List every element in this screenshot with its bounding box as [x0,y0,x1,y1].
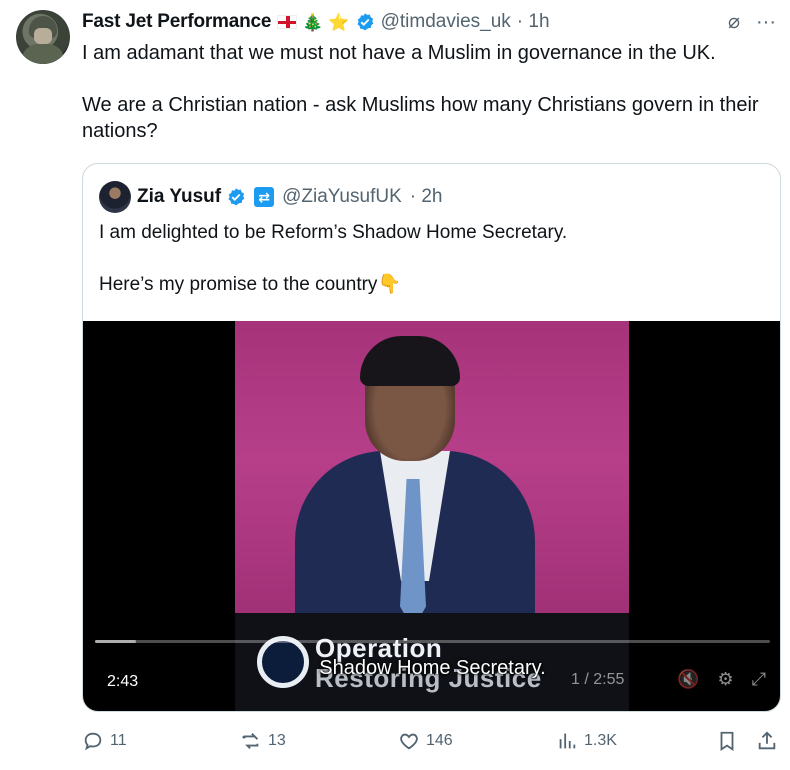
author-avatar[interactable] [16,10,70,64]
verified-badge-icon [228,188,245,206]
tweet-time[interactable]: · 1h [517,11,550,33]
video-progress-bar[interactable] [95,640,770,643]
video-frame: Operation Restoring Justice [235,321,629,711]
quoted-author-name[interactable]: Zia Yusuf [137,186,221,208]
christmas-tree-icon: 🎄 [302,12,324,32]
bookmark-button[interactable] [716,730,738,752]
more-options-icon[interactable]: ··· [756,10,776,34]
views-chart-icon [559,733,576,749]
quoted-author-avatar[interactable] [99,181,131,213]
quoted-tweet-time[interactable]: · 2h [410,186,443,208]
repost-icon [242,733,259,749]
bookmark-icon [720,731,734,751]
views-button[interactable]: 1.3K [556,730,617,752]
video-duration: 1 / 2:55 [571,671,625,688]
video-controls: 🔇 ⚙ ⤢ [677,669,766,690]
star-icon: ⭐ [328,12,350,32]
tweet-header: Fast Jet Performance 🎄 ⭐ @timdavies_uk ·… [82,10,550,34]
heart-icon [400,733,418,750]
view-count: 1.3K [584,732,617,749]
quoted-author-handle[interactable]: @ZiaYusufUK [282,186,402,208]
quoted-tweet-header: Zia Yusuf ⇄ @ZiaYusufUK · 2h [99,181,443,213]
repost-count: 13 [268,732,286,749]
pointing-down-icon: 👇 [377,274,402,295]
reply-count: 11 [110,732,127,749]
repost-button[interactable]: 13 [240,730,286,752]
share-button[interactable] [756,730,778,752]
video-player[interactable]: Operation Restoring Justice Shadow Home … [83,321,780,711]
england-flag-icon [277,15,298,29]
like-button[interactable]: 146 [398,730,453,752]
affiliate-badge-icon: ⇄ [254,187,275,207]
tweet-top-actions: ⌀ ··· [728,10,776,34]
author-handle[interactable]: @timdavies_uk [381,11,511,33]
quoted-tweet-body: I am delighted to be Reform’s Shadow Hom… [99,222,568,295]
quoted-tweet[interactable]: Zia Yusuf ⇄ @ZiaYusufUK · 2h I am deligh… [82,163,781,712]
author-name[interactable]: Fast Jet Performance [82,11,271,33]
video-elapsed-time: 2:43 [101,671,145,693]
grok-icon[interactable]: ⌀ [728,10,740,34]
video-progress-fill [95,640,136,643]
fullscreen-icon[interactable]: ⤢ [752,669,766,690]
tweet-action-bar: 11 13 146 1.3K [82,730,782,758]
like-count: 146 [426,732,453,749]
quoted-tweet-text: I am delighted to be Reform’s Shadow Hom… [99,220,759,298]
tweet-text: I am adamant that we must not have a Mus… [82,42,759,142]
mute-icon[interactable]: 🔇 [677,669,699,690]
share-icon [758,731,776,750]
reply-button[interactable]: 11 [82,730,127,752]
verified-badge-icon [357,13,373,31]
reply-icon [84,732,102,751]
settings-icon[interactable]: ⚙ [717,669,733,690]
